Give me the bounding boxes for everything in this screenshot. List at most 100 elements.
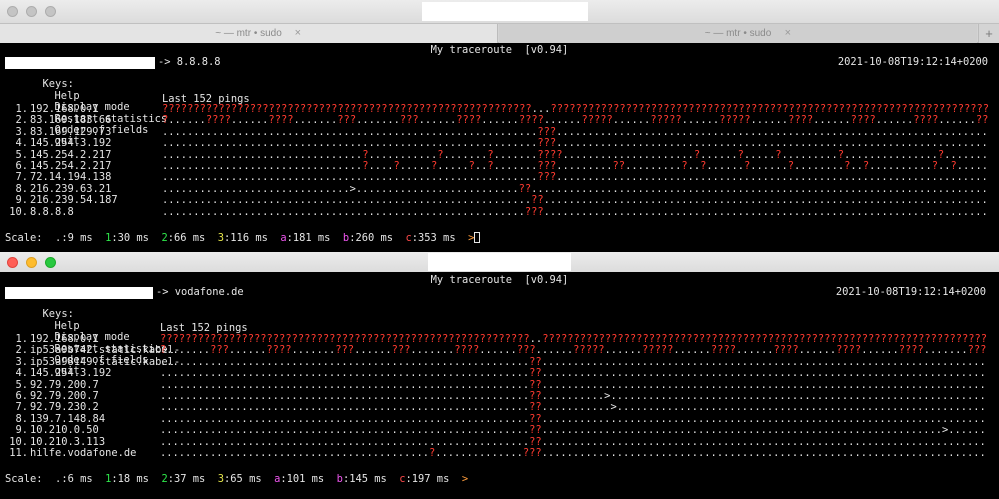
ping-graph: ????????????????????????????????????????…	[160, 334, 988, 459]
hop-row: 4. 145.254.3.192	[4, 367, 160, 380]
scale-value: :197 ms	[405, 473, 450, 485]
app-title: My traceroute [v0.94]	[430, 44, 569, 56]
title-bar[interactable]	[0, 0, 999, 23]
timestamp: 2021-10-08T19:12:14+0200	[835, 286, 986, 298]
ping-graph-row: ........................................…	[160, 436, 988, 448]
timestamp: 2021-10-08T19:12:14+0200	[837, 56, 988, 68]
scale-key: c	[386, 473, 406, 485]
target-host: -> vodafone.de	[156, 286, 244, 298]
scale-label: Scale:	[5, 232, 43, 244]
new-tab-button[interactable]: +	[978, 24, 999, 43]
scale-label: Scale:	[5, 473, 43, 485]
ping-graph-row: ........................................…	[160, 402, 988, 414]
close-icon[interactable]	[7, 257, 18, 268]
app-title: My traceroute [v0.94]	[430, 274, 569, 286]
ping-graph-row: ........................................…	[160, 368, 988, 380]
cursor-icon	[474, 232, 481, 243]
hop-host: 145.254.3.192	[30, 137, 112, 150]
tab-bar: ~ — mtr • sudo × ~ — mtr • sudo × +	[0, 23, 999, 43]
ping-graph-row: ?.......???......????.......???......???…	[160, 345, 988, 357]
hop-row: 9. 216.239.54.187	[4, 194, 160, 207]
terminal-content[interactable]: My traceroute [v0.94] -> vodafone.de 202…	[0, 272, 999, 499]
tab-label: ~ — mtr • sudo	[704, 28, 772, 39]
hop-row: 9. 10.210.0.50	[4, 424, 160, 437]
ping-graph-row: ........................................…	[160, 413, 988, 425]
ping-graph-row: ?......????......????.......???.......??…	[162, 115, 988, 127]
terminal-content[interactable]: My traceroute [v0.94] -> 8.8.8.8 2021-10…	[0, 43, 999, 252]
scale-value: :9 ms	[61, 232, 93, 244]
window-title-redacted	[422, 2, 588, 21]
ping-graph-row: ????????????????????????????????????????…	[162, 104, 988, 115]
title-bar[interactable]	[0, 252, 999, 272]
hop-number: 9.	[15, 424, 28, 437]
tab-close-icon[interactable]: ×	[295, 24, 301, 43]
ping-graph-row: ........................................…	[162, 126, 988, 138]
ping-graph-row: ................................?.......…	[162, 149, 988, 161]
hop-number: 4.	[15, 137, 28, 150]
ping-graph-row: ........................................…	[162, 138, 988, 150]
scale-value: :6 ms	[61, 473, 93, 485]
scale-key: a	[261, 473, 281, 485]
terminal-window-top: ~ — mtr • sudo × ~ — mtr • sudo × + My t…	[0, 0, 999, 252]
target-host: -> 8.8.8.8	[158, 56, 221, 68]
hop-number: 4.	[15, 367, 28, 380]
scale-legend: Scale: .:6 ms 1:18 ms 2:37 ms 3:65 ms a:…	[5, 473, 469, 485]
hop-number: 11.	[9, 446, 28, 459]
minimize-icon[interactable]	[26, 257, 37, 268]
ping-graph-row: ????????????????????????????????????????…	[160, 334, 988, 345]
hop-host: 10.210.0.50	[30, 424, 99, 437]
tab-label: ~ — mtr • sudo	[215, 28, 282, 39]
hop-number: 10.	[9, 205, 28, 218]
scale-value: :116 ms	[224, 232, 268, 244]
hop-row: 11. hilfe.vodafone.de	[4, 446, 160, 459]
scale-legend: Scale: .:9 ms 1:30 ms 2:66 ms 3:116 ms a…	[5, 232, 481, 244]
tab-mtr-1[interactable]: ~ — mtr • sudo ×	[0, 24, 498, 43]
hop-host: 8.8.8.8	[30, 205, 74, 218]
ping-graph-row: ........................................…	[162, 172, 988, 184]
ping-graph-row: ........................................…	[160, 356, 988, 368]
prompt-marker: >	[455, 232, 475, 244]
ping-graph-row: ........................................…	[162, 195, 988, 207]
ping-graph-row: ........................................…	[160, 379, 988, 391]
close-icon[interactable]	[7, 6, 18, 17]
pings-label: Last 152 pings	[160, 322, 248, 334]
hop-host: hilfe.vodafone.de	[30, 446, 137, 459]
zoom-icon[interactable]	[45, 6, 56, 17]
scale-key: 2	[148, 473, 168, 485]
scale-value: :18 ms	[111, 473, 149, 485]
scale-value: :66 ms	[167, 232, 206, 244]
scale-value: :145 ms	[342, 473, 387, 485]
scale-value: :260 ms	[349, 232, 393, 244]
scale-key: 2	[148, 232, 168, 244]
hop-number: 9.	[15, 194, 28, 207]
tab-close-icon[interactable]: ×	[785, 24, 791, 43]
scale-key: b	[324, 473, 343, 485]
window-controls	[7, 257, 56, 268]
scale-key: .	[42, 473, 62, 485]
ping-graph-row: ........................................…	[160, 390, 988, 402]
hop-row: 4. 145.254.3.192	[4, 137, 160, 150]
hop-list: 1. 192.168.0.1 2. ip53a9b742.static.kabel- 3…	[4, 333, 180, 459]
scale-key: 1	[92, 473, 112, 485]
prompt-marker: >	[449, 473, 469, 485]
zoom-icon[interactable]	[45, 257, 56, 268]
tab-mtr-2[interactable]: ~ — mtr • sudo ×	[499, 24, 977, 43]
scale-key: .	[42, 232, 62, 244]
ping-graph-row: ........................................…	[160, 447, 988, 459]
scale-value: :37 ms	[167, 473, 206, 485]
scale-value: :101 ms	[280, 473, 325, 485]
scale-key: 3	[205, 473, 225, 485]
scale-value: :181 ms	[286, 232, 331, 244]
hop-host: 145.254.3.192	[30, 367, 112, 380]
scale-key: 1	[92, 232, 112, 244]
ping-graph-row: ..............................>.........…	[162, 183, 988, 195]
ping-graph-row: ................................?....?..…	[162, 160, 988, 172]
scale-value: :353 ms	[411, 232, 456, 244]
ping-graph-row: ........................................…	[162, 206, 988, 218]
scale-key: a	[267, 232, 287, 244]
hop-host: 216.239.54.187	[30, 194, 118, 207]
scale-key: c	[393, 232, 412, 244]
window-title-redacted	[428, 253, 571, 271]
hop-row: 10. 8.8.8.8	[4, 205, 160, 218]
minimize-icon[interactable]	[26, 6, 37, 17]
